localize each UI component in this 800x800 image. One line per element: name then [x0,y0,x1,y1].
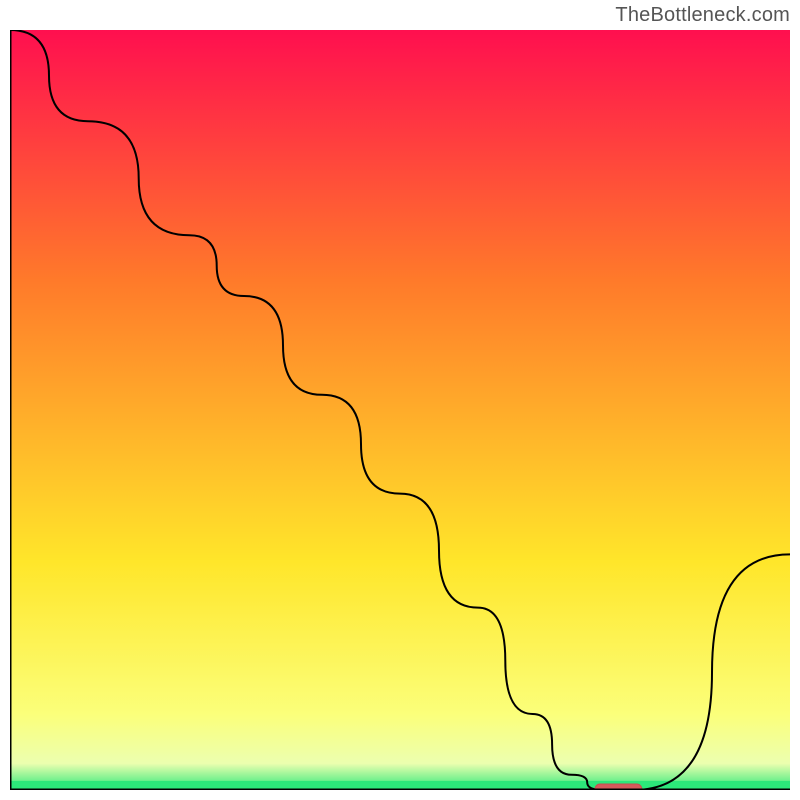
chart-svg [10,30,790,790]
gradient-background [10,30,790,790]
watermark-text: TheBottleneck.com [615,4,790,27]
bottleneck-chart [10,30,790,790]
stage: TheBottleneck.com [0,0,800,800]
